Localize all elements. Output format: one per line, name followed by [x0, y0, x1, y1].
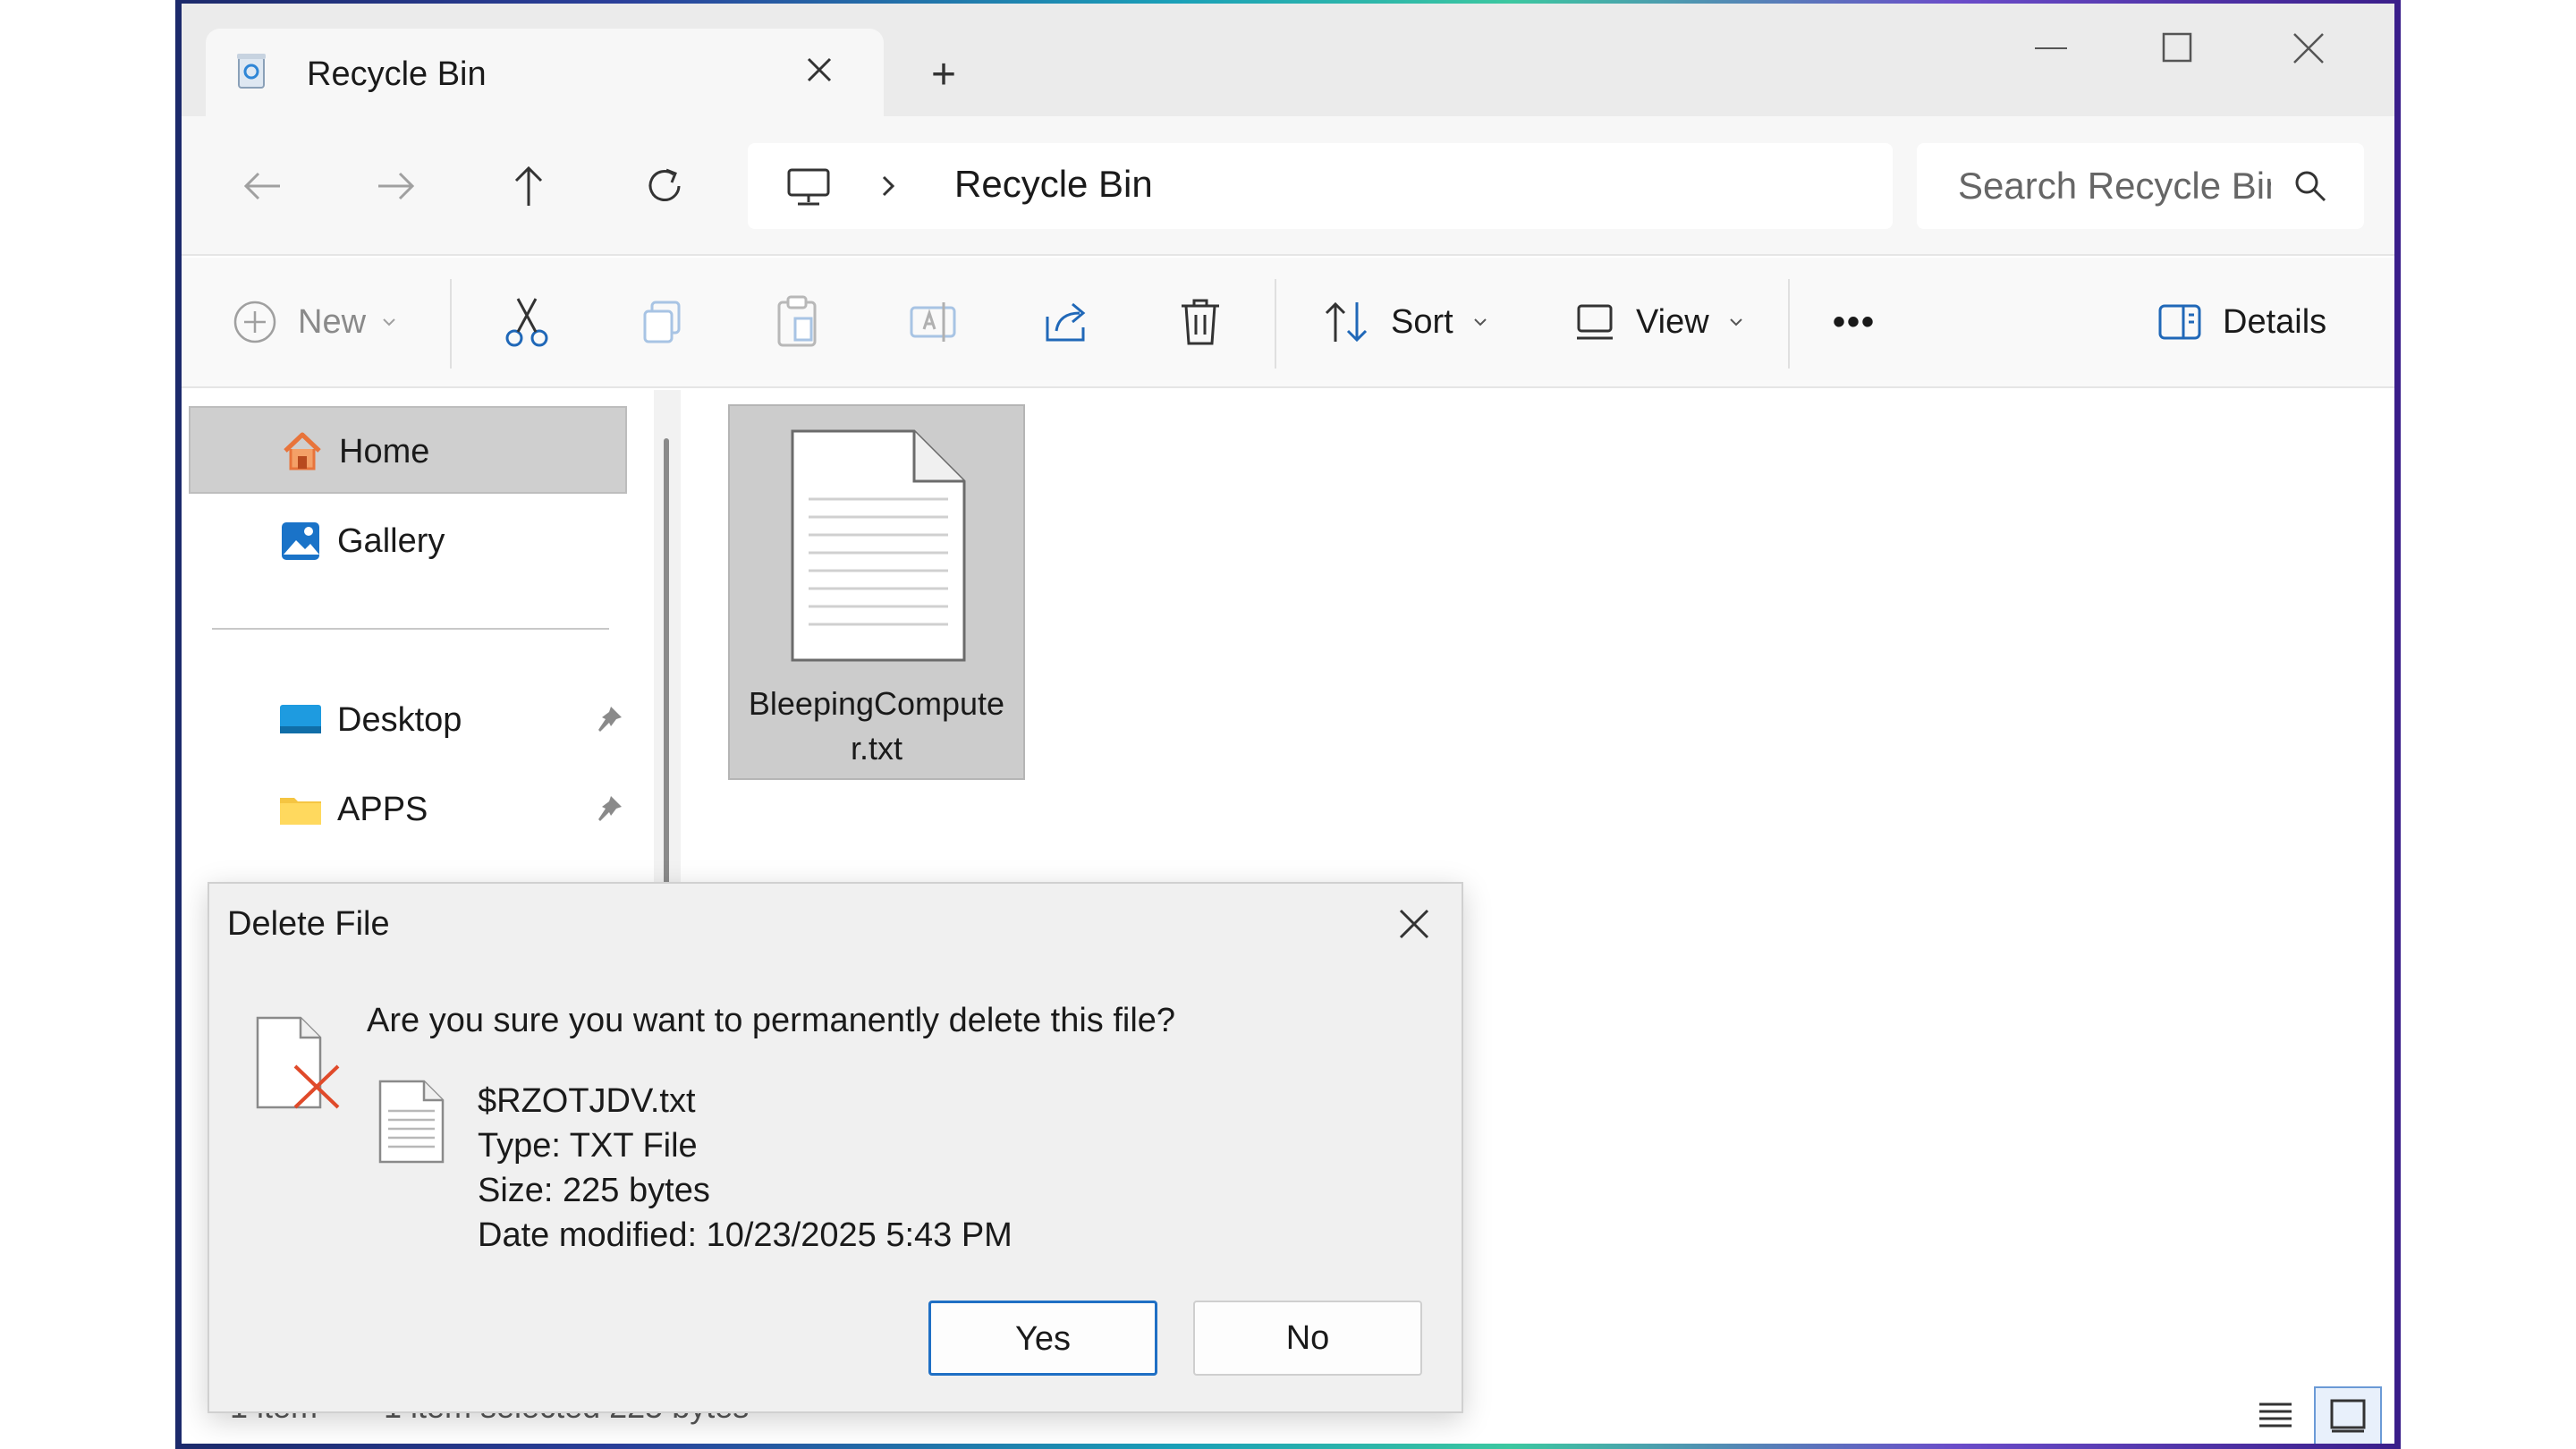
sidebar-item-gallery[interactable]: Gallery	[189, 497, 627, 585]
sidebar-item-desktop[interactable]: Desktop	[189, 676, 627, 764]
text-file-icon	[378, 1080, 445, 1164]
minimize-button[interactable]	[2015, 21, 2087, 75]
file-date-modified: Date modified: 10/23/2025 5:43 PM	[478, 1216, 1013, 1254]
maximize-button[interactable]	[2142, 21, 2214, 75]
scrollbar-thumb[interactable]	[664, 438, 669, 886]
back-button[interactable]	[235, 159, 289, 213]
delete-button[interactable]	[1178, 295, 1223, 349]
address-bar[interactable]: Recycle Bin	[748, 143, 1893, 229]
folder-icon	[280, 798, 321, 825]
dialog-question: Are you sure you want to permanently del…	[367, 1002, 1176, 1039]
clipboard-icon	[777, 295, 817, 347]
view-icon	[1577, 304, 1613, 340]
refresh-button[interactable]	[638, 159, 691, 213]
yes-button[interactable]: Yes	[928, 1301, 1157, 1376]
search-input[interactable]: Search Recycle Bin	[1958, 165, 2271, 208]
view-button[interactable]: View	[1573, 295, 1747, 349]
share-button[interactable]	[1042, 295, 1092, 349]
sidebar-item-home[interactable]: Home	[189, 406, 627, 494]
trash-icon	[1182, 299, 1219, 345]
details-pane-icon	[2158, 304, 2201, 340]
copy-button[interactable]	[640, 295, 686, 349]
sidebar-item-label: APPS	[337, 791, 428, 828]
file-name: $RZOTJDV.txt	[478, 1082, 696, 1120]
search-box[interactable]: Search Recycle Bin	[1917, 143, 2364, 229]
pin-icon[interactable]	[593, 703, 625, 735]
up-button[interactable]	[502, 159, 555, 213]
chevron-right-icon[interactable]	[875, 170, 902, 202]
list-view-icon	[2259, 1402, 2292, 1428]
tab-close-icon[interactable]	[798, 48, 841, 91]
text-file-icon	[791, 429, 966, 662]
tiles-view-icon	[2330, 1399, 2366, 1433]
sidebar-item-label: Home	[339, 433, 430, 470]
paste-button[interactable]	[774, 295, 820, 349]
recycle-bin-icon	[237, 54, 266, 89]
sort-label: Sort	[1391, 302, 1453, 341]
chevron-down-icon	[383, 318, 395, 326]
delete-file-icon	[256, 1016, 340, 1109]
home-icon	[284, 432, 321, 470]
file-type: Type: TXT File	[478, 1127, 698, 1165]
rename-button[interactable]	[908, 295, 958, 349]
sidebar-divider	[212, 628, 609, 630]
chevron-down-icon	[1473, 318, 1487, 326]
cut-button[interactable]	[504, 295, 550, 349]
view-label: View	[1636, 302, 1709, 341]
new-label: New	[298, 302, 367, 341]
large-icons-view-button[interactable]	[2314, 1386, 2382, 1444]
search-icon[interactable]	[2292, 168, 2328, 204]
this-pc-icon	[787, 168, 830, 206]
separator	[1275, 279, 1276, 369]
separator	[1788, 279, 1790, 369]
share-icon	[1046, 302, 1086, 342]
address-row: Recycle Bin Search Recycle Bin	[182, 116, 2394, 256]
sidebar-item-label: Desktop	[337, 701, 462, 739]
desktop-icon	[280, 705, 321, 733]
copy-icon	[643, 301, 681, 343]
scissors-icon	[505, 298, 548, 347]
close-window-button[interactable]	[2273, 21, 2344, 75]
file-size: Size: 225 bytes	[478, 1172, 710, 1209]
details-view-button[interactable]	[2241, 1386, 2309, 1444]
gallery-icon	[282, 522, 319, 560]
more-options-icon: •••	[1833, 301, 1877, 342]
details-pane-button[interactable]: Details	[2157, 295, 2326, 349]
command-bar: New Sort View ••• Details	[182, 258, 2394, 388]
more-options-button[interactable]: •••	[1833, 295, 1876, 349]
no-button[interactable]: No	[1193, 1301, 1422, 1376]
sidebar-scrollbar[interactable]	[654, 390, 681, 891]
delete-file-dialog: Delete File Are you sure you want to per…	[208, 882, 1463, 1413]
sidebar-item-label: Gallery	[337, 522, 445, 560]
forward-button[interactable]	[369, 159, 423, 213]
pin-icon[interactable]	[593, 792, 625, 825]
chevron-down-icon	[1729, 318, 1742, 326]
file-name: BleepingComputer.txt	[748, 685, 1005, 767]
tab-recycle-bin[interactable]: Recycle Bin	[206, 29, 884, 118]
details-label: Details	[2223, 302, 2327, 341]
tab-title: Recycle Bin	[307, 55, 487, 93]
rename-icon	[910, 302, 956, 342]
separator	[450, 279, 452, 369]
dialog-title: Delete File	[227, 905, 390, 943]
sort-button[interactable]: Sort	[1321, 295, 1491, 349]
new-button[interactable]: New	[232, 295, 400, 349]
new-tab-button[interactable]: +	[919, 50, 969, 100]
address-location: Recycle Bin	[954, 163, 1153, 205]
title-bar: Recycle Bin +	[182, 4, 2394, 118]
file-item[interactable]: BleepingComputer.txt	[728, 404, 1025, 780]
sort-icon	[1325, 301, 1368, 343]
sidebar-item-apps[interactable]: APPS	[189, 766, 627, 853]
new-plus-icon	[233, 301, 276, 343]
file-details: $RZOTJDV.txt Type: TXT File Size: 225 by…	[478, 1079, 1013, 1258]
dialog-close-icon[interactable]	[1392, 902, 1436, 946]
